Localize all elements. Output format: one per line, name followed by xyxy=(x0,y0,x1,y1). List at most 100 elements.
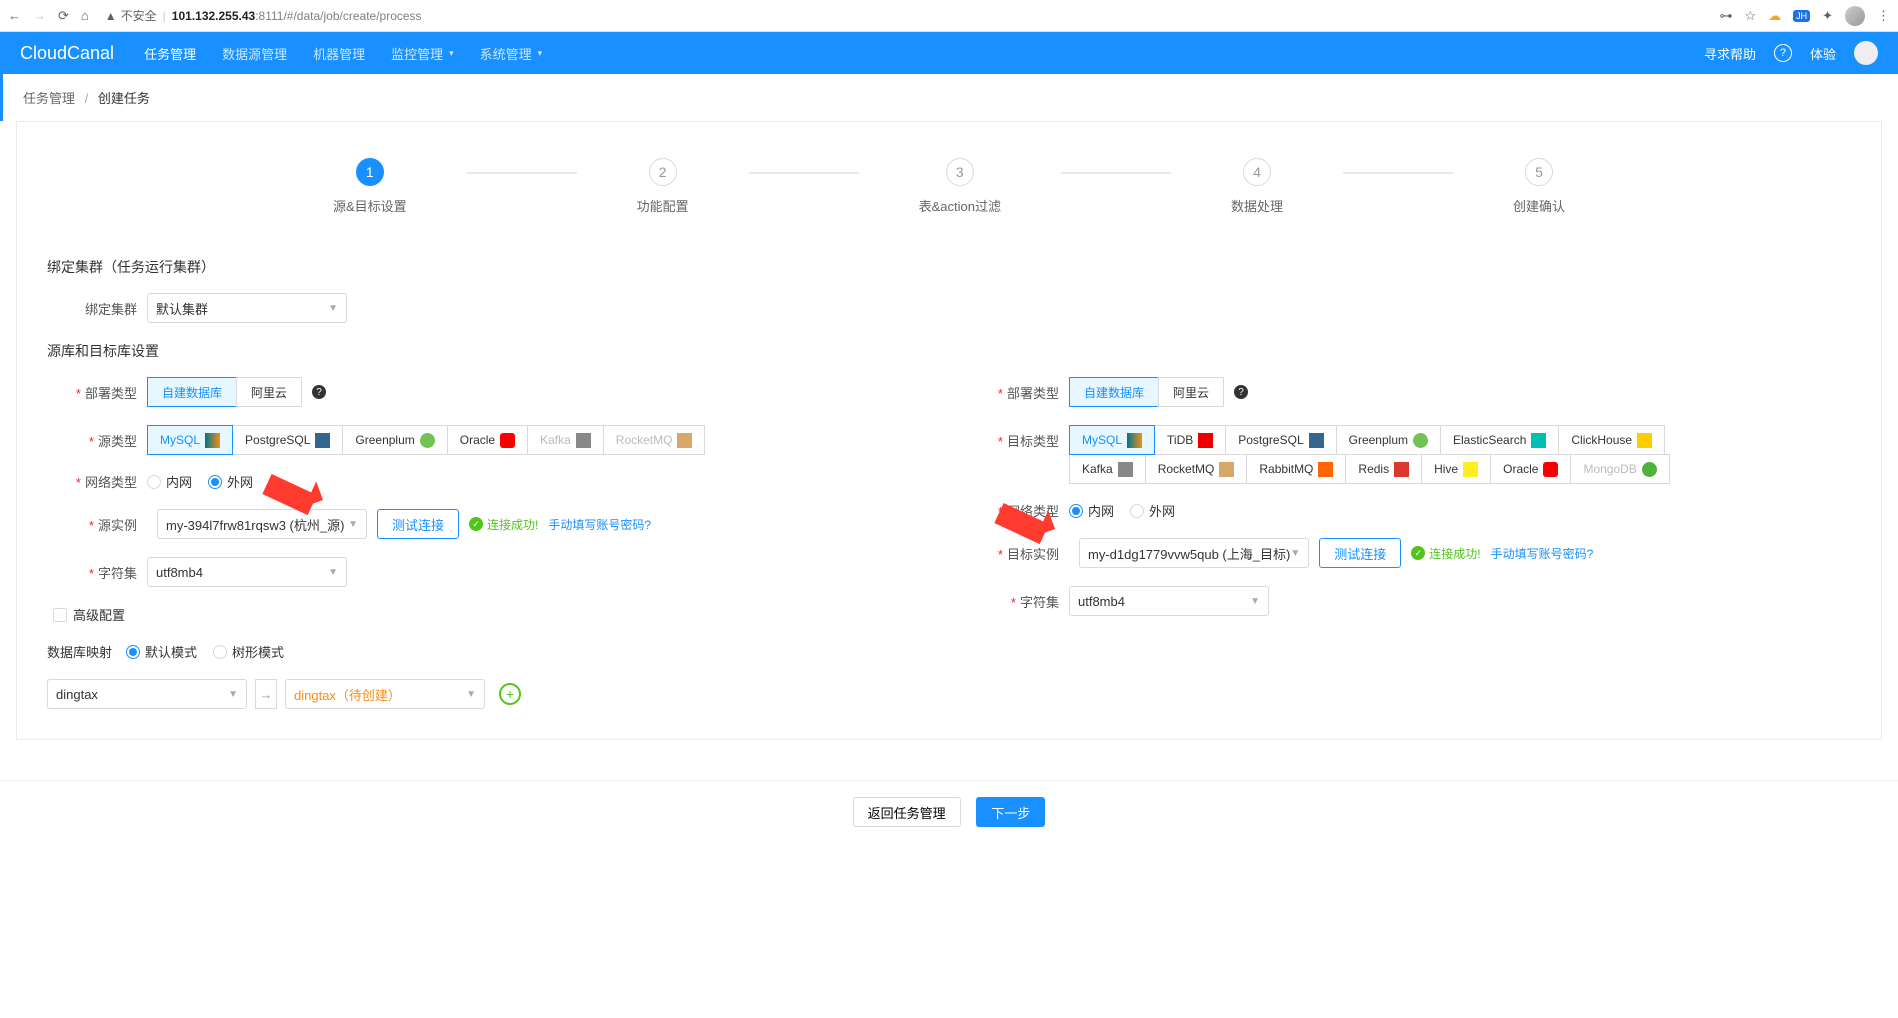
menu-dots-icon[interactable]: ⋮ xyxy=(1877,8,1890,24)
trial-link[interactable]: 体验 xyxy=(1810,44,1836,63)
src-pwd-link[interactable]: 手动填写账号密码? xyxy=(548,516,651,533)
mapping-mode-default[interactable]: 默认模式 xyxy=(126,642,197,661)
tgt-type-kafka[interactable]: Kafka xyxy=(1069,454,1146,484)
src-charset-select[interactable]: utf8mb4▼ xyxy=(147,557,347,587)
step-3[interactable]: 3表&action过滤 xyxy=(919,158,1001,215)
src-test-button[interactable]: 测试连接 xyxy=(377,509,459,539)
extension-badge[interactable]: JH xyxy=(1793,10,1810,22)
mysql-icon xyxy=(205,433,220,448)
elasticsearch-icon xyxy=(1531,433,1546,448)
mapping-src-select[interactable]: dingtax▼ xyxy=(47,679,247,709)
browser-reload-icon[interactable]: ⟳ xyxy=(58,8,69,24)
rocketmq-icon xyxy=(677,433,692,448)
rocketmq-icon xyxy=(1219,462,1234,477)
hive-icon xyxy=(1463,462,1478,477)
footer: 返回任务管理 下一步 xyxy=(0,780,1898,843)
kafka-icon xyxy=(576,433,591,448)
tgt-pwd-link[interactable]: 手动填写账号密码? xyxy=(1491,545,1594,562)
src-net-internal[interactable]: 内网 xyxy=(147,472,192,491)
tgt-type-hive[interactable]: Hive xyxy=(1421,454,1491,484)
wizard-steps: 1源&目标设置 2功能配置 3表&action过滤 4数据处理 5创建确认 xyxy=(17,122,1881,245)
nav-monitor[interactable]: 监控管理 xyxy=(391,44,454,63)
kafka-icon xyxy=(1118,462,1133,477)
src-deploy-aliyun[interactable]: 阿里云 xyxy=(236,377,302,407)
browser-forward-icon[interactable]: → xyxy=(33,8,46,24)
browser-back-icon[interactable]: ← xyxy=(8,8,21,24)
tgt-type-postgresql[interactable]: PostgreSQL xyxy=(1225,425,1336,455)
step-1[interactable]: 1源&目标设置 xyxy=(333,158,407,215)
tgt-charset-select[interactable]: utf8mb4▼ xyxy=(1069,586,1269,616)
breadcrumb-current: 创建任务 xyxy=(98,91,150,106)
url-path: :8111/#/data/job/create/process xyxy=(255,9,421,23)
tgt-type-mysql[interactable]: MySQL xyxy=(1069,425,1155,455)
adv-checkbox[interactable]: 高级配置 xyxy=(53,605,125,624)
cluster-label: 绑定集群 xyxy=(47,299,137,318)
src-type-postgresql[interactable]: PostgreSQL xyxy=(232,425,343,455)
extension-cloud-icon[interactable]: ☁ xyxy=(1768,8,1781,24)
tgt-net-external[interactable]: 外网 xyxy=(1130,501,1175,520)
address-bar[interactable]: ▲不安全 | 101.132.255.43:8111/#/data/job/cr… xyxy=(97,7,1712,24)
greenplum-icon xyxy=(420,433,435,448)
profile-avatar[interactable] xyxy=(1845,6,1865,26)
browser-chrome: ← → ⟳ ⌂ ▲不安全 | 101.132.255.43:8111/#/dat… xyxy=(0,0,1898,32)
mysql-icon xyxy=(1127,433,1142,448)
tgt-deploy-self[interactable]: 自建数据库 xyxy=(1069,377,1159,407)
tgt-type-rocketmq[interactable]: RocketMQ xyxy=(1145,454,1248,484)
src-type-greenplum[interactable]: Greenplum xyxy=(342,425,447,455)
browser-home-icon[interactable]: ⌂ xyxy=(81,8,89,24)
rabbitmq-icon xyxy=(1318,462,1333,477)
puzzle-icon[interactable]: ✦ xyxy=(1822,8,1833,24)
src-status-ok: 连接成功! xyxy=(469,516,538,533)
tgt-type-rabbitmq[interactable]: RabbitMQ xyxy=(1246,454,1346,484)
info-icon[interactable]: ? xyxy=(312,385,326,399)
tgt-type-oracle[interactable]: Oracle xyxy=(1490,454,1571,484)
source-column: *部署类型 自建数据库 阿里云 ? *源类型 MySQLPostgreSQLGr… xyxy=(47,377,929,709)
tgt-type-greenplum[interactable]: Greenplum xyxy=(1336,425,1441,455)
star-icon[interactable]: ☆ xyxy=(1744,8,1756,24)
tgt-type-tidb[interactable]: TiDB xyxy=(1154,425,1226,455)
postgresql-icon xyxy=(315,433,330,448)
info-icon[interactable]: ? xyxy=(1234,385,1248,399)
redis-icon xyxy=(1394,462,1409,477)
tgt-type-clickhouse[interactable]: ClickHouse xyxy=(1558,425,1665,455)
logo[interactable]: CloudCanal xyxy=(20,43,114,64)
src-type-oracle[interactable]: Oracle xyxy=(447,425,528,455)
tgt-type-mongodb: MongoDB xyxy=(1570,454,1669,484)
tgt-instance-select[interactable]: my-d1dg1779vvw5qub (上海_目标)▼ xyxy=(1079,538,1309,568)
src-net-external[interactable]: 外网 xyxy=(208,472,253,491)
src-deploy-self[interactable]: 自建数据库 xyxy=(147,377,237,407)
src-type-mysql[interactable]: MySQL xyxy=(147,425,233,455)
mapping-mode-tree[interactable]: 树形模式 xyxy=(213,642,284,661)
key-icon[interactable]: ⊶ xyxy=(1719,8,1732,24)
oracle-icon xyxy=(1543,462,1558,477)
back-button[interactable]: 返回任务管理 xyxy=(853,797,961,827)
section-cluster: 绑定集群（任务运行集群） xyxy=(47,257,1851,277)
mapping-tgt-select[interactable]: dingtax（待创建）▼ xyxy=(285,679,485,709)
user-avatar[interactable] xyxy=(1854,41,1878,65)
tgt-net-internal[interactable]: 内网 xyxy=(1069,501,1114,520)
tgt-test-button[interactable]: 测试连接 xyxy=(1319,538,1401,568)
next-button[interactable]: 下一步 xyxy=(976,797,1045,827)
main-panel: 1源&目标设置 2功能配置 3表&action过滤 4数据处理 5创建确认 绑定… xyxy=(16,121,1882,740)
tidb-icon xyxy=(1198,433,1213,448)
tgt-type-elasticsearch[interactable]: ElasticSearch xyxy=(1440,425,1559,455)
mapping-add-button[interactable]: + xyxy=(499,683,521,705)
breadcrumb-root[interactable]: 任务管理 xyxy=(23,91,75,106)
step-4[interactable]: 4数据处理 xyxy=(1231,158,1283,215)
step-5[interactable]: 5创建确认 xyxy=(1513,158,1565,215)
insecure-label: 不安全 xyxy=(121,7,157,24)
src-instance-select[interactable]: my-394l7frw81rqsw3 (杭州_源)▼ xyxy=(157,509,367,539)
help-link[interactable]: 寻求帮助 xyxy=(1704,44,1756,63)
tgt-type-redis[interactable]: Redis xyxy=(1345,454,1422,484)
help-icon[interactable]: ? xyxy=(1774,44,1792,62)
step-2[interactable]: 2功能配置 xyxy=(637,158,689,215)
cluster-select[interactable]: 默认集群▼ xyxy=(147,293,347,323)
breadcrumb: 任务管理 / 创建任务 xyxy=(0,74,1898,121)
nav-machine[interactable]: 机器管理 xyxy=(313,44,365,63)
nav-task[interactable]: 任务管理 xyxy=(144,44,196,63)
insecure-icon: ▲ xyxy=(105,9,117,23)
target-column: *部署类型 自建数据库 阿里云 ? *目标类型 MySQLTiDBPostgre… xyxy=(969,377,1851,709)
nav-system[interactable]: 系统管理 xyxy=(480,44,543,63)
nav-datasource[interactable]: 数据源管理 xyxy=(222,44,287,63)
tgt-deploy-aliyun[interactable]: 阿里云 xyxy=(1158,377,1224,407)
